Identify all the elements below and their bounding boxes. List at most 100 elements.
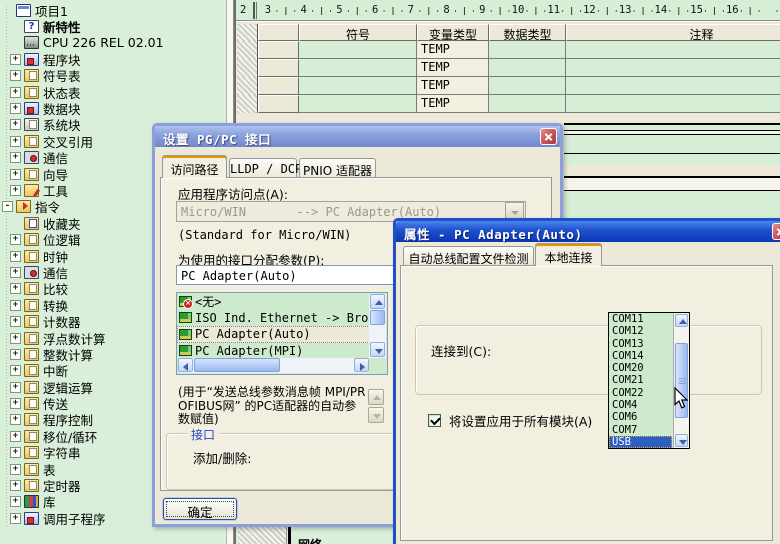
comment-cell[interactable] [566, 95, 780, 113]
comment-cell[interactable] [566, 59, 780, 77]
tree-item[interactable]: 状态表 [0, 84, 226, 100]
column-header-data-type[interactable]: 数据类型 [489, 24, 566, 41]
dropdown-option[interactable]: COM22 [609, 387, 672, 399]
interface-list-item[interactable]: PC Adapter(Auto) [177, 326, 370, 343]
column-header-var-type[interactable]: 变量类型 [417, 24, 489, 41]
column-header-comment[interactable]: 注释 [566, 24, 780, 41]
dropdown-option[interactable]: COM13 [609, 338, 672, 350]
dropdown-option[interactable]: COM21 [609, 374, 672, 386]
dropdown-option[interactable]: COM11 [609, 313, 672, 325]
expand-box-icon[interactable] [10, 349, 21, 360]
symbol-cell[interactable] [299, 77, 417, 95]
row-header-cell[interactable] [258, 24, 299, 41]
row-header-cell[interactable] [258, 59, 299, 77]
scroll-right-icon[interactable] [360, 363, 365, 371]
scroll-down-icon[interactable] [375, 349, 383, 354]
tree-item[interactable]: 程序块 [0, 51, 226, 67]
column-header-symbol[interactable]: 符号 [299, 24, 417, 41]
data-type-cell[interactable] [489, 95, 566, 113]
expand-box-icon[interactable] [2, 201, 13, 212]
tree-item[interactable]: CPU 226 REL 02.01 [0, 35, 226, 51]
list-vertical-scrollbar[interactable] [369, 294, 386, 358]
expand-box-icon[interactable] [10, 103, 21, 114]
tree-item[interactable]: 新特性 [0, 18, 226, 34]
expand-box-icon[interactable] [10, 333, 21, 344]
dropdown-option[interactable]: COM4 [609, 399, 672, 411]
expand-box-icon[interactable] [10, 365, 21, 376]
expand-box-icon[interactable] [10, 480, 21, 491]
row-margin[interactable] [237, 41, 258, 59]
expand-box-icon[interactable] [10, 283, 21, 294]
tab-local-connection[interactable]: 本地连接 [535, 243, 602, 266]
row-margin[interactable] [237, 95, 258, 113]
dropdown-option[interactable]: COM14 [609, 350, 672, 362]
expand-box-icon[interactable] [10, 382, 21, 393]
tab-pnio-adapter[interactable]: PNIO 适配器 [299, 158, 376, 178]
dropdown-scrollbar[interactable] [673, 313, 689, 448]
dropdown-option[interactable]: COM7 [609, 424, 672, 436]
expand-box-icon[interactable] [10, 136, 21, 147]
expand-box-icon[interactable] [10, 513, 21, 524]
dropdown-option[interactable]: USB [609, 436, 672, 448]
table-corner-margin[interactable] [237, 24, 258, 41]
scrollbar-thumb[interactable] [675, 343, 688, 418]
expand-box-icon[interactable] [10, 447, 21, 458]
var-type-cell[interactable]: TEMP [417, 77, 489, 95]
scroll-down-icon[interactable] [679, 440, 687, 445]
symbol-cell[interactable] [299, 41, 417, 59]
data-type-cell[interactable] [489, 77, 566, 95]
row-header-cell[interactable] [258, 41, 299, 59]
expand-box-icon[interactable] [10, 267, 21, 278]
tab-lldp-dcp[interactable]: LLDP / DCP [229, 158, 297, 178]
expand-box-icon[interactable] [10, 152, 21, 163]
close-icon[interactable] [540, 128, 557, 145]
data-type-cell[interactable] [489, 41, 566, 59]
dialog-titlebar[interactable]: 属性 - PC Adapter(Auto) [396, 221, 780, 242]
expand-box-icon[interactable] [10, 87, 21, 98]
expand-box-icon[interactable] [10, 70, 21, 81]
scroll-up-icon[interactable] [679, 319, 687, 324]
expand-box-icon[interactable] [10, 398, 21, 409]
expand-box-icon[interactable] [10, 185, 21, 196]
scroll-left-icon[interactable] [183, 363, 188, 371]
close-icon[interactable] [772, 223, 780, 240]
expand-box-icon[interactable] [10, 54, 21, 65]
comment-cell[interactable] [566, 41, 780, 59]
var-type-cell[interactable]: TEMP [417, 41, 489, 59]
row-margin[interactable] [237, 77, 258, 95]
expand-box-icon[interactable] [10, 414, 21, 425]
row-margin[interactable] [237, 59, 258, 77]
expand-box-icon[interactable] [10, 119, 21, 130]
expand-box-icon[interactable] [10, 251, 21, 262]
comment-cell[interactable] [566, 77, 780, 95]
scrollbar-thumb[interactable] [194, 358, 280, 372]
symbol-cell[interactable] [299, 59, 417, 77]
row-header-cell[interactable] [258, 95, 299, 113]
interface-list-item[interactable]: <无> [177, 293, 370, 310]
tree-item[interactable]: 符号表 [0, 68, 226, 84]
expand-box-icon[interactable] [10, 316, 21, 327]
row-header-cell[interactable] [258, 77, 299, 95]
dropdown-option[interactable]: COM20 [609, 362, 672, 374]
list-horizontal-scrollbar[interactable] [178, 358, 369, 373]
expand-box-icon[interactable] [10, 169, 21, 180]
symbol-cell[interactable] [299, 95, 417, 113]
expand-box-icon[interactable] [10, 431, 21, 442]
scroll-up-icon[interactable] [368, 389, 384, 405]
dialog-titlebar[interactable]: 设置 PG/PC 接口 [155, 126, 560, 147]
interface-list-item[interactable]: ISO Ind. Ethernet -> Broadco [177, 310, 370, 327]
dropdown-option[interactable]: COM6 [609, 411, 672, 423]
ok-button[interactable]: 确定 [163, 498, 237, 520]
var-type-cell[interactable]: TEMP [417, 95, 489, 113]
apply-all-checkbox[interactable] [428, 414, 441, 427]
data-type-cell[interactable] [489, 59, 566, 77]
expand-box-icon[interactable] [10, 464, 21, 475]
tree-item[interactable]: 数据块 [0, 100, 226, 116]
interface-list-item[interactable]: PC Adapter(MPI) [177, 343, 370, 360]
expand-box-icon[interactable] [10, 300, 21, 311]
var-type-cell[interactable]: TEMP [417, 59, 489, 77]
dropdown-option[interactable]: COM12 [609, 325, 672, 337]
scrollbar-thumb[interactable] [370, 310, 385, 325]
expand-box-icon[interactable] [10, 496, 21, 507]
tab-auto-bus-detection[interactable]: 自动总线配置文件检测 [403, 246, 534, 266]
